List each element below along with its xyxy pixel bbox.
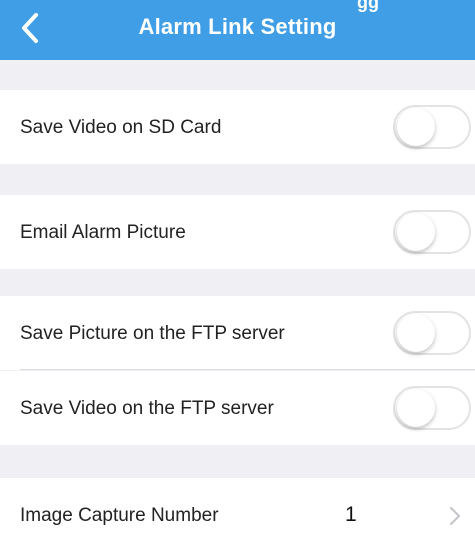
save-video-ftp-toggle[interactable] (393, 386, 471, 430)
image-capture-number-value: 1 (345, 503, 357, 526)
save-picture-ftp-label: Save Picture on the FTP server (20, 323, 285, 344)
nav-bar: gg Alarm Link Setting (0, 0, 475, 60)
email-alarm-picture-row: Email Alarm Picture (0, 195, 475, 269)
save-picture-ftp-toggle[interactable] (393, 311, 471, 355)
save-video-ftp-label: Save Video on the FTP server (20, 398, 274, 419)
toggle-knob (397, 108, 435, 146)
image-capture-number-label: Image Capture Number (20, 505, 219, 526)
row-divider (20, 369, 475, 370)
toggle-knob (397, 314, 435, 352)
save-video-sd-label: Save Video on SD Card (20, 117, 222, 138)
save-video-sd-toggle[interactable] (393, 105, 471, 149)
save-video-sd-row: Save Video on SD Card (0, 90, 475, 164)
save-picture-ftp-row: Save Picture on the FTP server (0, 296, 475, 370)
clipped-header-text: gg (357, 0, 379, 12)
image-capture-number-row[interactable]: Image Capture Number 1 (0, 478, 475, 545)
chevron-right-icon[interactable] (448, 505, 462, 527)
alarm-link-setting-screen: gg Alarm Link Setting Save Video on SD C… (0, 0, 475, 545)
email-alarm-picture-toggle[interactable] (393, 210, 471, 254)
save-video-ftp-row: Save Video on the FTP server (0, 371, 475, 445)
page-title: Alarm Link Setting (138, 14, 337, 39)
email-alarm-picture-label: Email Alarm Picture (20, 222, 186, 243)
toggle-knob (397, 213, 435, 251)
toggle-knob (397, 389, 435, 427)
